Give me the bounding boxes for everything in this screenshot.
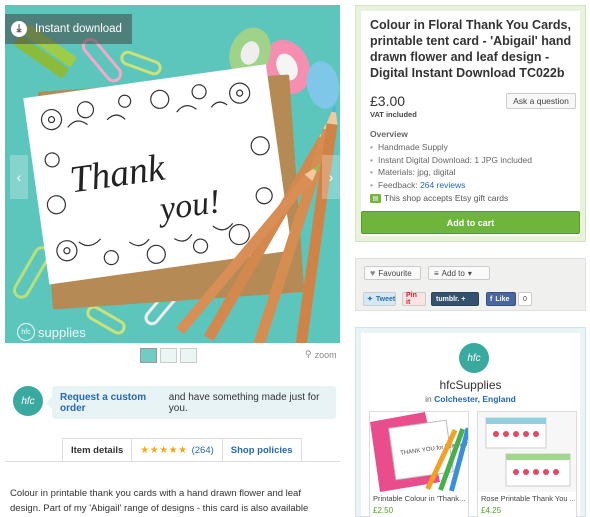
- zoom-label: zoom: [314, 349, 337, 360]
- overview-item: Handmade Supply: [370, 141, 532, 154]
- tweet-button[interactable]: ✦ Tweet: [363, 292, 396, 306]
- like-count: 0: [518, 292, 532, 306]
- shop-item-image: THANK YOU for helping me grow: [370, 412, 468, 492]
- request-custom-order-link[interactable]: Request a custom order: [60, 392, 166, 414]
- hfc-watermark-logo: hfc: [17, 323, 35, 341]
- shop-item-image: [478, 412, 576, 492]
- thumbnail-2[interactable]: [160, 348, 177, 363]
- overview-item: Instant Digital Download: 1 JPG included: [370, 154, 532, 167]
- chevron-left-icon: ‹: [16, 169, 22, 185]
- pin-it-button[interactable]: Pin it: [402, 292, 426, 306]
- thumbnail-3[interactable]: [180, 348, 197, 363]
- tab-reviews[interactable]: ★★★★★ (264): [131, 438, 223, 461]
- tab-shop-policies[interactable]: Shop policies: [221, 438, 302, 461]
- gift-card-notice: ▤ This shop accepts Etsy gift cards: [370, 193, 508, 203]
- shop-item-title: Printable Colour in 'Thank...: [373, 494, 466, 503]
- shop-item-title: Rose Printable Thank You ...: [481, 494, 575, 503]
- tab-item-details-label: Item details: [71, 444, 124, 456]
- instant-download-label: Instant download: [35, 23, 122, 35]
- shop-panel: hfc hfcSupplies in Colchester, England T…: [355, 327, 586, 517]
- shop-item-price: £4.25: [481, 506, 502, 515]
- hfc-watermark: hfc supplies: [17, 323, 86, 341]
- favourite-label: Favourite: [378, 268, 412, 278]
- instant-download-badge: ⤓ Instant download: [5, 14, 132, 44]
- shop-avatar[interactable]: hfc: [459, 343, 489, 373]
- shop-item-card[interactable]: Rose Printable Thank You ... £4.25: [477, 411, 577, 517]
- tabs-divider: [5, 461, 340, 462]
- chevron-right-icon: ›: [328, 169, 334, 185]
- favourite-button[interactable]: ♥ Favourite: [364, 266, 421, 280]
- rating-stars-icon: ★★★★★: [140, 444, 188, 456]
- shop-item-price: £2.50: [373, 506, 394, 515]
- add-to-cart-button[interactable]: Add to cart: [361, 211, 580, 234]
- item-description: Colour in printable thank you cards with…: [10, 488, 309, 514]
- magnifier-icon: ⚲: [305, 349, 312, 359]
- like-label: Like: [495, 295, 510, 303]
- thumbnail-1[interactable]: [140, 348, 157, 363]
- add-to-label: Add to: [441, 268, 465, 278]
- overview-list: Handmade Supply Instant Digital Download…: [370, 141, 532, 191]
- listing-price: £3.00: [370, 93, 406, 109]
- tumblr-button[interactable]: tumblr. +: [431, 292, 479, 306]
- twitter-icon: ✦: [367, 296, 373, 303]
- feedback-label: Feedback:: [377, 179, 418, 190]
- tweet-label: Tweet: [375, 295, 396, 303]
- reviews-link[interactable]: 264 reviews: [420, 180, 465, 190]
- listing-tabs: Item details ★★★★★ (264) Shop policies: [62, 438, 302, 461]
- heart-icon: ♥: [370, 268, 376, 278]
- social-panel: ♥ Favourite ≡ Add to ▾ ✦ Tweet Pin it tu…: [355, 258, 586, 311]
- listing-title: Colour in Floral Thank You Cards, printa…: [370, 18, 572, 80]
- next-image-button[interactable]: ›: [322, 155, 340, 199]
- download-icon: ⤓: [11, 21, 27, 37]
- image-thumbnails: [140, 348, 197, 363]
- facebook-like-button[interactable]: f Like: [486, 292, 516, 306]
- shop-name-link[interactable]: hfcSupplies: [361, 378, 580, 392]
- shop-item-card[interactable]: THANK YOU for helping me grow Printable …: [369, 411, 469, 517]
- overview-heading: Overview: [370, 129, 408, 139]
- vat-note: VAT included: [370, 110, 417, 119]
- watermark-text: supplies: [38, 324, 86, 340]
- custom-order-callout: Request a custom order and have somethin…: [46, 386, 336, 419]
- zoom-button[interactable]: ⚲ zoom: [305, 349, 337, 360]
- shop-location: in Colchester, England: [361, 394, 580, 404]
- tab-item-details[interactable]: Item details: [62, 438, 133, 461]
- previous-image-button[interactable]: ‹: [10, 155, 28, 199]
- overview-item-feedback: Feedback: 264 reviews: [370, 179, 532, 192]
- shop-location-prefix: in: [425, 394, 432, 404]
- overview-item: Materials: jpg, digital: [370, 166, 532, 179]
- review-count: (264): [191, 444, 214, 456]
- facebook-icon: f: [490, 295, 493, 303]
- shop-avatar-small[interactable]: hfc: [13, 386, 43, 416]
- custom-order-text: and have something made just for you.: [168, 391, 320, 414]
- add-to-list-button[interactable]: ≡ Add to ▾: [428, 266, 490, 280]
- gift-card-text: This shop accepts Etsy gift cards: [384, 193, 509, 203]
- hero-illustration: Thank you!: [5, 5, 340, 343]
- listing-info-panel: Colour in Floral Thank You Cards, printa…: [355, 5, 586, 242]
- gift-card-icon: ▤: [370, 193, 381, 203]
- list-icon: ≡: [434, 268, 439, 278]
- ask-a-question-button[interactable]: Ask a question: [506, 93, 576, 109]
- listing-main-image[interactable]: Thank you! ⤓ Instant download ‹ › hfc su…: [5, 5, 340, 343]
- tab-shop-policies-label: Shop policies: [230, 444, 293, 456]
- chevron-down-icon: ▾: [467, 268, 472, 278]
- shop-location-name: Colchester, England: [434, 394, 516, 404]
